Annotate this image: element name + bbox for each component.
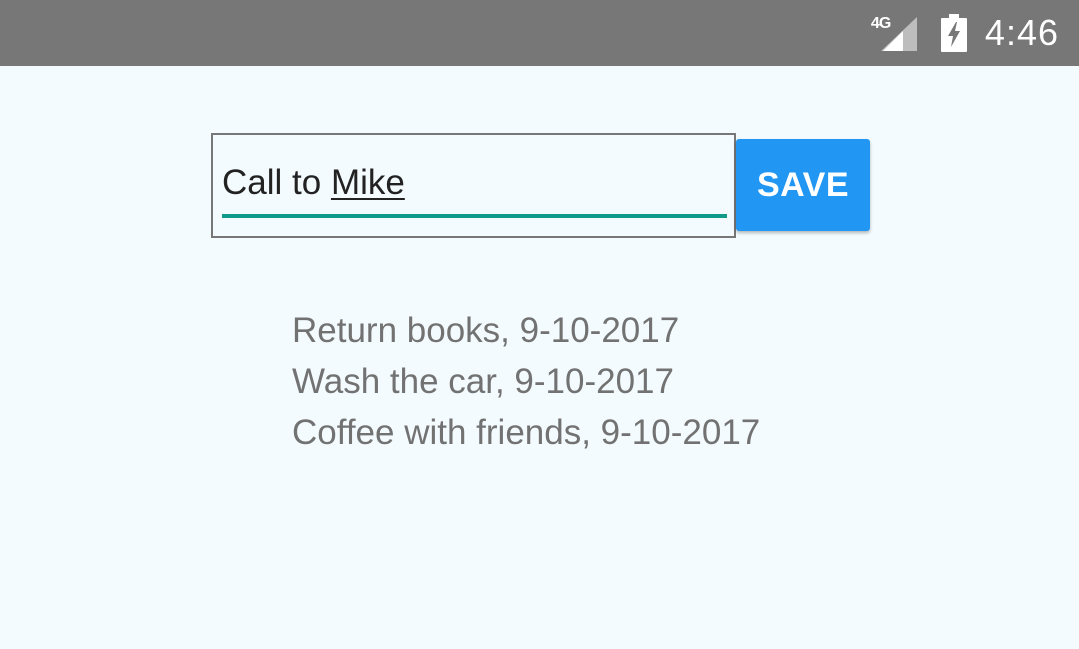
- clock: 4:46: [984, 12, 1059, 53]
- battery-charging-icon: [940, 14, 967, 52]
- task-input-text[interactable]: Call to Mike: [222, 163, 405, 203]
- list-item[interactable]: Wash the car, 9-10-2017: [292, 356, 760, 407]
- status-icons: 4G 4:46: [871, 0, 1059, 66]
- task-input-autocorrect-word: Mike: [330, 163, 405, 202]
- task-input-field[interactable]: Call to Mike: [211, 133, 736, 238]
- save-button[interactable]: SAVE: [736, 139, 870, 231]
- list-item[interactable]: Return books, 9-10-2017: [292, 305, 760, 356]
- status-bar: 4G 4:46: [0, 0, 1079, 66]
- list-item[interactable]: Coffee with friends, 9-10-2017: [292, 407, 760, 458]
- task-list: Return books, 9-10-2017 Wash the car, 9-…: [292, 305, 760, 458]
- task-input-prefix: Call to: [222, 163, 331, 202]
- input-focus-underline: [222, 214, 727, 218]
- signal-strength-icon: [880, 17, 917, 51]
- signal-icon: 4G: [871, 13, 919, 53]
